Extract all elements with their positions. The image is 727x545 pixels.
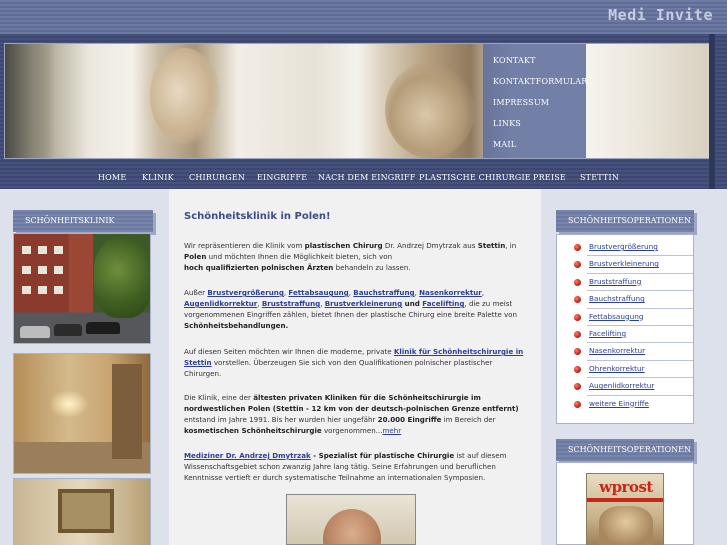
list-item[interactable]: Brustvergrößerung (574, 239, 693, 257)
header-shadow (709, 34, 715, 189)
header-banner-image: KONTAKT KONTAKTFORMULAR IMPRESSUM LINKS … (4, 43, 711, 159)
bullet-icon (574, 244, 581, 251)
right-sidebar: SCHÖNHEITSOPERATIONEN Brustvergrößerung … (556, 210, 694, 545)
clinic-interior-photo[interactable] (13, 353, 151, 474)
list-item[interactable]: Augenlidkorrektur (574, 378, 693, 396)
header-submenu: KONTAKT KONTAKTFORMULAR IMPRESSUM LINKS … (483, 44, 587, 158)
link-bauchstraffung[interactable]: Bauchstraffung (353, 288, 414, 297)
submenu-impressum[interactable]: IMPRESSUM (483, 92, 586, 113)
clinic-building-photo[interactable] (13, 233, 151, 344)
banner-face-right (385, 62, 475, 158)
top-bar: Medi Invite (0, 0, 727, 34)
operations-list: Brustvergrößerung Brustverkleinerung Bru… (556, 234, 694, 424)
bullet-icon (574, 313, 581, 321)
operations-box-title-2: SCHÖNHEITSOPERATIONEN (556, 439, 694, 461)
left-sidebar: SCHÖNHEITSKLINIK (13, 210, 153, 545)
link-fettabsaugung[interactable]: Fettabsaugung (288, 288, 348, 297)
list-item[interactable]: Bruststraffung (574, 274, 693, 292)
nav-plastische-chirurgie[interactable]: PLASTISCHE CHIRURGIE (419, 173, 531, 182)
link-augenlidkorrektur[interactable]: Augenlidkorrektur (184, 299, 257, 308)
bullet-icon (574, 330, 581, 338)
more-link[interactable]: mehr (382, 426, 401, 435)
bullet-icon (574, 383, 581, 391)
clinic-history-paragraph: Die Klinik, eine der ältesten privaten K… (184, 393, 519, 435)
link-facelifting[interactable]: Facelifting (422, 299, 464, 308)
nav-klinik[interactable]: KLINIK (142, 173, 174, 182)
left-box-title: SCHÖNHEITSKLINIK (13, 210, 153, 232)
brand-logo[interactable]: Medi Invite (608, 6, 713, 24)
main-content: Schönheitsklinik in Polen! Wir repräsent… (169, 189, 541, 545)
nav-preise[interactable]: PREISE (533, 173, 566, 182)
nav-stettin[interactable]: STETTIN (580, 173, 619, 182)
clinic-intro-paragraph: Auf diesen Seiten möchten wir Ihnen die … (184, 347, 524, 378)
nav-home[interactable]: HOME (98, 173, 126, 182)
bullet-icon (574, 365, 581, 373)
link-brustverkleinerung[interactable]: Brustverkleinerung (325, 299, 402, 308)
banner-face-left (150, 48, 220, 144)
surgeon-photo (286, 494, 416, 545)
list-item[interactable]: Brustverkleinerung (574, 256, 693, 274)
nav-nach-dem-eingriff[interactable]: NACH DEM EINGRIFF (318, 173, 415, 182)
bullet-icon (574, 261, 581, 269)
list-item[interactable]: Bauchstraffung (574, 291, 693, 309)
page-title: Schönheitsklinik in Polen! (184, 211, 331, 222)
list-item[interactable]: Facelifting (574, 326, 693, 344)
bullet-icon (574, 348, 581, 356)
link-bruststraffung[interactable]: Bruststraffung (262, 299, 320, 308)
link-brustvergroesserung[interactable]: Brustvergrößerung (207, 288, 284, 297)
magazine-box: wprost (556, 462, 694, 545)
nav-chirurgen[interactable]: CHIRURGEN (189, 173, 245, 182)
nav-eingriffe[interactable]: EINGRIFFE (257, 173, 307, 182)
bullet-icon (574, 278, 581, 286)
submenu-kontaktformular[interactable]: KONTAKTFORMULAR (483, 71, 587, 92)
header: KONTAKT KONTAKTFORMULAR IMPRESSUM LINKS … (0, 34, 727, 189)
surgeon-paragraph: Mediziner Dr. Andrzej Dmytrzak - Spezial… (184, 451, 507, 482)
main-nav: HOME KLINIK CHIRURGEN EINGRIFFE NACH DEM… (0, 169, 727, 189)
intro-paragraph: Wir repräsentieren die Klinik vom plasti… (184, 241, 517, 272)
list-item[interactable]: Ohrenkorrektur (574, 361, 693, 379)
clinic-room-photo[interactable] (13, 478, 151, 545)
list-item[interactable]: Fettabsaugung (574, 309, 693, 326)
submenu-kontakt[interactable]: KONTAKT (483, 50, 586, 71)
bullet-icon (574, 296, 581, 304)
banner-hand (5, 44, 55, 158)
bullet-icon (574, 400, 581, 408)
list-item[interactable]: weitere Eingriffe (574, 396, 693, 413)
submenu-mail[interactable]: MAIL (483, 134, 586, 155)
magazine-logo: wprost (599, 478, 653, 496)
operations-box-title: SCHÖNHEITSOPERATIONEN (556, 210, 694, 232)
submenu-links[interactable]: LINKS (483, 113, 586, 134)
link-nasenkorrektur[interactable]: Nasenkorrektur (419, 288, 482, 297)
treatments-paragraph: Außer Brustvergrößerung, Fettabsaugung, … (184, 288, 518, 330)
list-item[interactable]: Nasenkorrektur (574, 343, 693, 361)
link-surgeon[interactable]: Mediziner Dr. Andrzej Dmytrzak (184, 451, 311, 460)
magazine-cover-image[interactable]: wprost (586, 473, 664, 545)
